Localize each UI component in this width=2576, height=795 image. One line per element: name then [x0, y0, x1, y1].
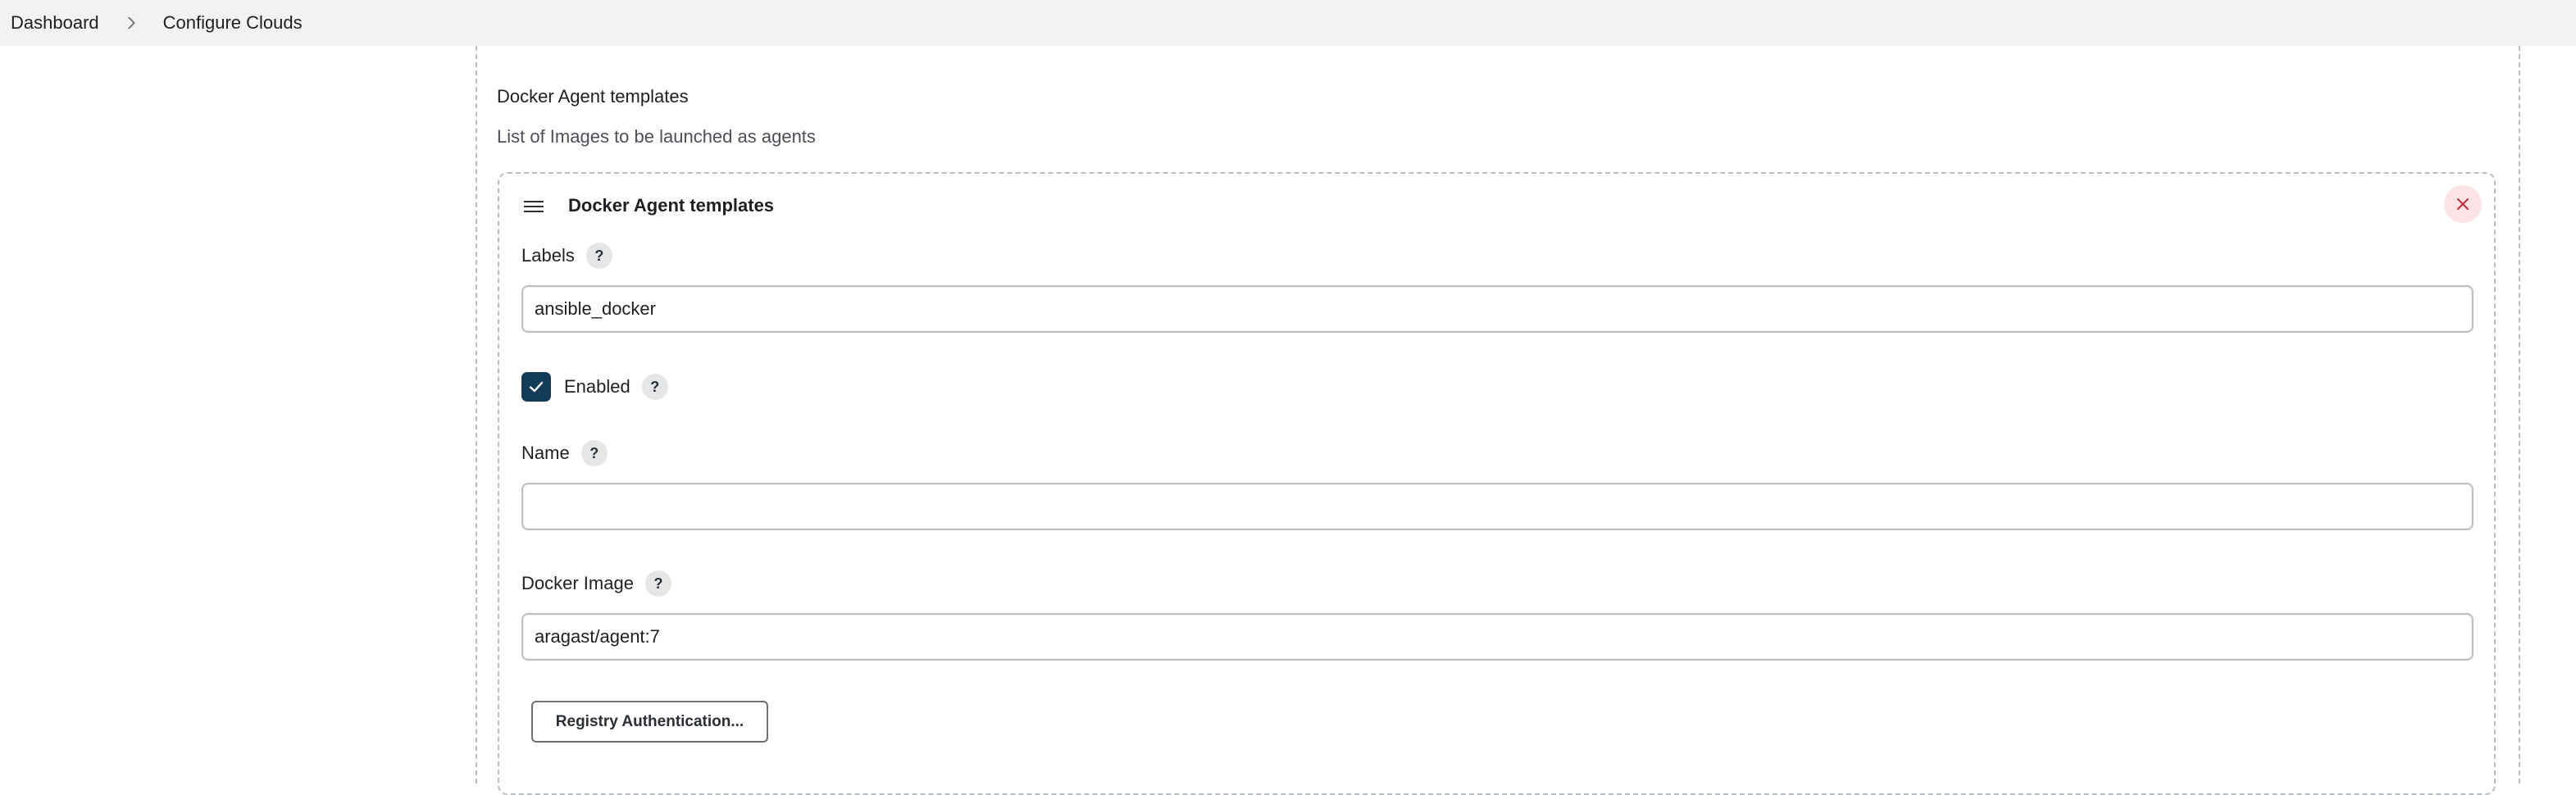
registry-authentication-button[interactable]: Registry Authentication... — [531, 701, 768, 743]
name-input[interactable] — [521, 483, 2474, 530]
docker-image-help-icon[interactable]: ? — [644, 570, 671, 597]
section-title: Docker Agent templates — [497, 86, 689, 107]
delete-template-button[interactable] — [2444, 185, 2482, 223]
labels-help-icon[interactable]: ? — [585, 243, 612, 269]
enabled-checkbox[interactable] — [521, 372, 551, 402]
template-title: Docker Agent templates — [568, 195, 775, 216]
breadcrumb-configure-clouds[interactable]: Configure Clouds — [163, 12, 303, 34]
enabled-field-label: Enabled ? — [564, 374, 668, 400]
labels-field-label: Labels ? — [521, 243, 612, 269]
breadcrumb-dashboard[interactable]: Dashboard — [11, 12, 99, 34]
name-help-icon[interactable]: ? — [580, 440, 608, 466]
docker-image-label: Docker Image — [521, 573, 634, 593]
section-description: List of Images to be launched as agents — [497, 126, 816, 147]
labels-input[interactable] — [521, 285, 2474, 333]
chevron-right-icon — [122, 14, 140, 32]
labels-label: Labels — [521, 245, 575, 266]
docker-image-input[interactable] — [521, 613, 2474, 661]
close-icon — [2457, 198, 2469, 210]
enabled-help-icon[interactable]: ? — [641, 374, 668, 400]
breadcrumb: Dashboard Configure Clouds — [0, 0, 2576, 46]
checkmark-icon — [529, 381, 544, 393]
enabled-label[interactable]: Enabled — [564, 376, 630, 398]
name-label: Name — [521, 443, 570, 463]
docker-image-field-label: Docker Image ? — [521, 570, 671, 597]
name-field-label: Name ? — [521, 440, 608, 466]
hamburger-icon[interactable] — [522, 197, 545, 216]
